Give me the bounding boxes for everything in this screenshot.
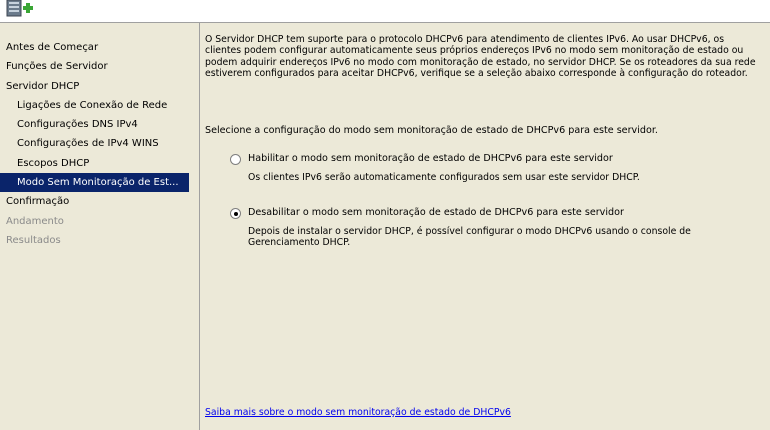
disable-stateless-label[interactable]: Desabilitar o modo sem monitoração de es… <box>248 207 624 218</box>
step-resultados: Resultados <box>0 231 199 250</box>
step-modo-sem-monitoracao[interactable]: Modo Sem Monitoração de Est... <box>0 173 189 193</box>
step-configuracoes-dns-ipv4[interactable]: Configurações DNS IPv4 <box>0 115 199 134</box>
step-label: Funções de Servidor <box>6 61 108 73</box>
step-label: Configurações de IPv4 WINS <box>17 138 159 150</box>
step-funcoes-de-servidor[interactable]: Funções de Servidor <box>0 57 199 76</box>
step-configuracoes-ipv4-wins[interactable]: Configurações de IPv4 WINS <box>0 134 199 153</box>
disable-stateless-description: Depois de instalar o servidor DHCP, é po… <box>248 226 691 249</box>
radio-selected-dot <box>233 211 238 216</box>
enable-stateless-radio[interactable] <box>230 154 241 165</box>
step-label: Andamento <box>6 215 64 227</box>
wizard-steps-sidebar: Antes de Começar Funções de Servidor Ser… <box>0 23 200 430</box>
step-label: Configurações DNS IPv4 <box>17 119 138 131</box>
disable-stateless-radio[interactable] <box>230 208 241 219</box>
step-label: Antes de Começar <box>6 42 99 53</box>
step-label: Servidor DHCP <box>6 80 80 92</box>
step-ligacoes-de-conexao[interactable]: Ligações de Conexão de Rede <box>0 96 199 115</box>
intro-text: O Servidor DHCP tem suporte para o proto… <box>205 34 756 79</box>
step-andamento: Andamento <box>0 212 199 231</box>
wizard-content: O Servidor DHCP tem suporte para o proto… <box>200 23 770 430</box>
step-servidor-dhcp[interactable]: Servidor DHCP <box>0 77 199 96</box>
enable-stateless-label[interactable]: Habilitar o modo sem monitoração de esta… <box>248 153 613 164</box>
selection-prompt: Selecione a configuração do modo sem mon… <box>205 125 658 136</box>
step-label: Confirmação <box>6 196 70 208</box>
step-label: Resultados <box>6 234 61 246</box>
step-confirmacao[interactable]: Confirmação <box>0 192 199 211</box>
enable-stateless-description: Os clientes IPv6 serão automaticamente c… <box>248 172 640 183</box>
wizard-header <box>0 0 770 22</box>
server-role-icon <box>6 0 33 17</box>
help-link[interactable]: Saiba mais sobre o modo sem monitoração … <box>205 407 511 418</box>
step-antes-de-comecar[interactable]: Antes de Começar <box>0 38 199 57</box>
step-label: Ligações de Conexão de Rede <box>17 99 168 111</box>
step-label: Modo Sem Monitoração de Est... <box>17 177 179 189</box>
step-escopos-dhcp[interactable]: Escopos DHCP <box>0 154 199 173</box>
step-label: Escopos DHCP <box>17 157 90 169</box>
